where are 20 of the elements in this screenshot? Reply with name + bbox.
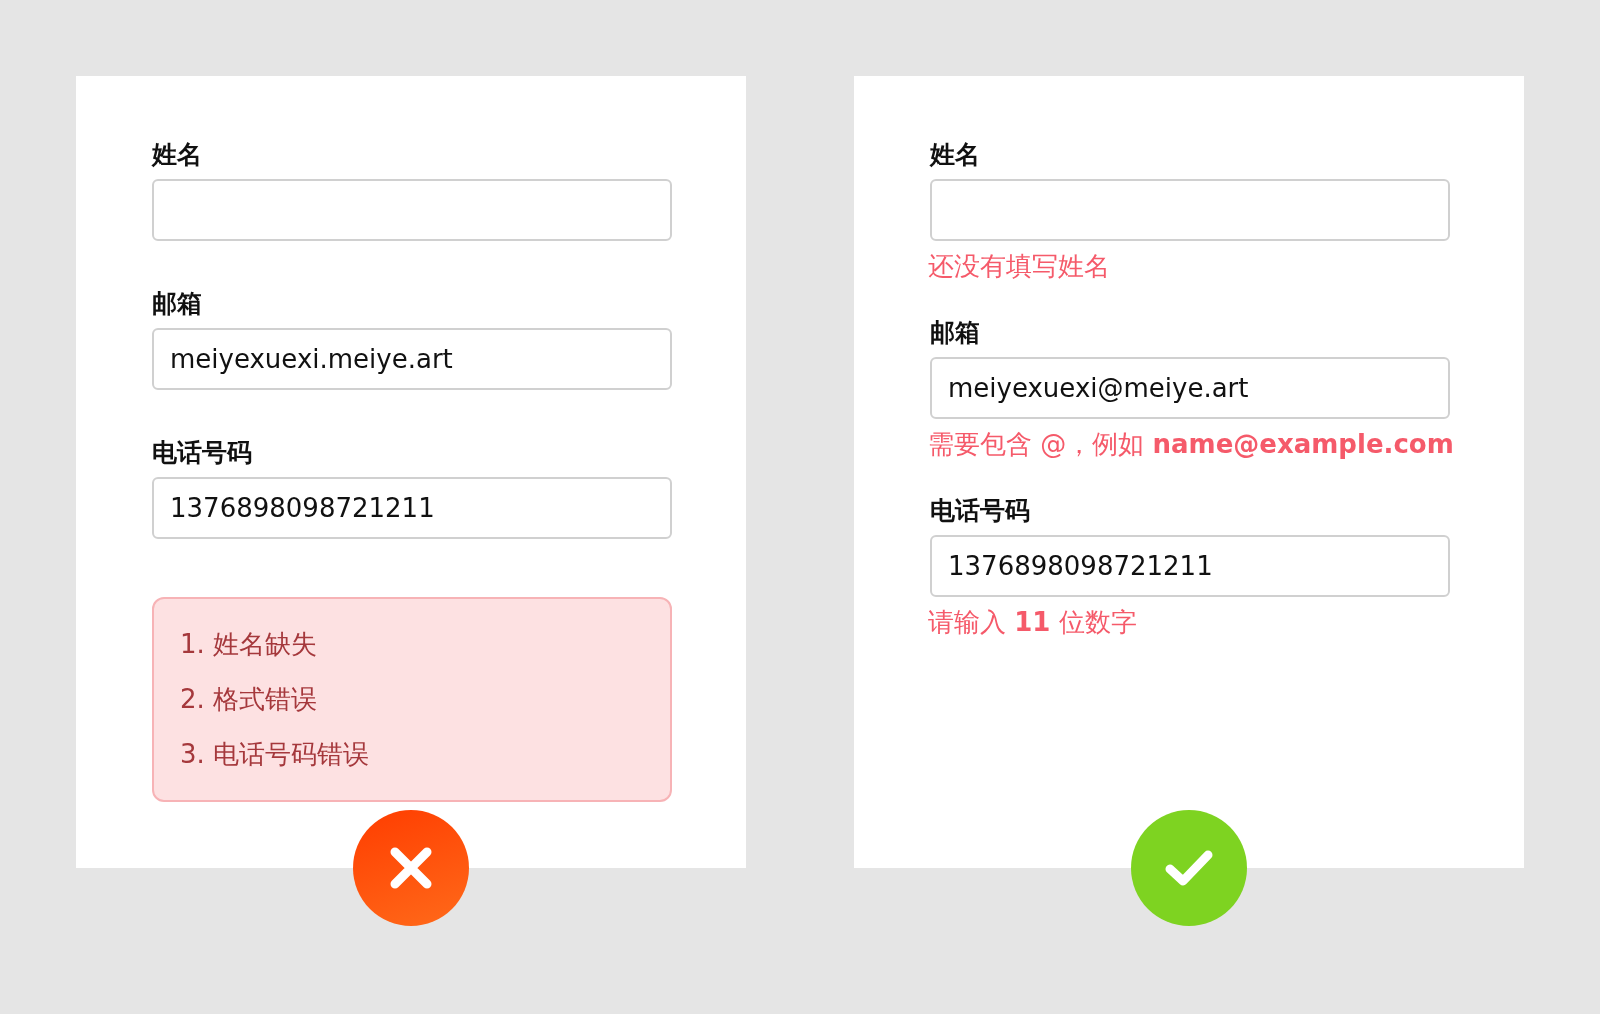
close-icon — [389, 846, 433, 890]
input-field[interactable] — [152, 179, 672, 241]
field-label: 姓名 — [930, 139, 980, 171]
error-message: 还没有填写姓名 — [928, 250, 1110, 283]
error-message: 请输入 11 位数字 — [928, 606, 1137, 639]
error-item: 1. 姓名缺失 — [180, 628, 318, 661]
field-label: 电话号码 — [152, 437, 252, 469]
input-field[interactable]: 1376898098721211 — [152, 477, 672, 539]
error-item: 2. 格式错误 — [180, 683, 318, 716]
input-field[interactable]: meiyexuexi.meiye.art — [152, 328, 672, 390]
input-field[interactable] — [930, 179, 1450, 241]
checkmark-icon — [1164, 848, 1214, 888]
field-label: 电话号码 — [930, 495, 1030, 527]
input-field[interactable]: 1376898098721211 — [930, 535, 1450, 597]
field-label: 姓名 — [152, 139, 202, 171]
field-label: 邮箱 — [152, 288, 202, 320]
input-field[interactable]: meiyexuexi@meiye.art — [930, 357, 1450, 419]
error-item: 3. 电话号码错误 — [180, 738, 370, 771]
field-label: 邮箱 — [930, 317, 980, 349]
error-message: 需要包含 @，例如 name@example.com — [928, 428, 1454, 461]
